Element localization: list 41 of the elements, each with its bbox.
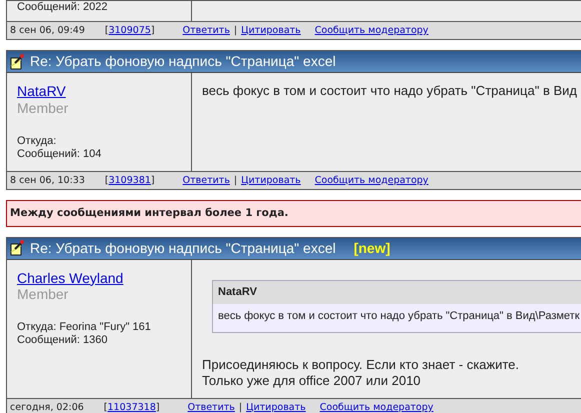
post-date: сегодня, 02:06 xyxy=(10,402,84,413)
footer-link[interactable]: Ответить xyxy=(182,174,230,186)
notice-message: Между сообщениями интервал более 1 года. xyxy=(6,200,581,227)
post-text: весь фокус в том и состоит что надо убрать "Страница" в Вид xyxy=(202,83,578,99)
link-separator: | xyxy=(238,402,242,413)
author-location: Откуда: Feorina "Fury" 161 xyxy=(17,321,152,334)
post-ref-link[interactable]: 11037318 xyxy=(108,402,156,413)
author-rank: Member xyxy=(17,286,68,302)
link-separator: | xyxy=(234,24,238,36)
new-label: [new] xyxy=(354,240,390,256)
post-title: Re: Убрать фоновую надпись "Страница" excel xyxy=(30,240,336,256)
footer-link[interactable]: Ответить xyxy=(188,402,235,413)
message-count: Сообщений: 104 xyxy=(17,148,102,161)
author-rank: Member xyxy=(17,100,68,116)
post-ref: [11037318] xyxy=(104,402,160,413)
message-count: Сообщений: 2022 xyxy=(17,1,108,14)
quote-author: NataRV xyxy=(213,280,581,304)
post-ref: [3109075] xyxy=(104,24,155,36)
footer-link[interactable]: Цитировать xyxy=(241,24,301,36)
author-link[interactable]: Charles Weyland xyxy=(17,270,124,286)
footer-link[interactable]: Цитировать xyxy=(241,174,301,186)
post-date: 8 сен 06, 10:33 xyxy=(10,174,85,186)
quote-text: весь фокус в том и состоит что надо убрать "Страница" в Вид\Разметк xyxy=(217,308,581,324)
note-icon xyxy=(10,240,24,256)
post-ref: [3109381] xyxy=(104,174,155,186)
post-ref-link[interactable]: 3109381 xyxy=(108,174,151,186)
footer-link[interactable]: Ответить xyxy=(182,24,230,36)
post-date: 8 сен 06, 09:49 xyxy=(10,24,85,36)
post-title: Re: Убрать фоновую надпись "Страница" excel xyxy=(30,53,336,70)
link-separator: | xyxy=(234,174,238,186)
footer-link[interactable]: Сообщить модератору xyxy=(320,402,434,413)
post-ref-link[interactable]: 3109075 xyxy=(108,24,151,36)
note-icon xyxy=(10,54,24,70)
footer-link[interactable]: Цитировать xyxy=(246,402,306,413)
footer-link[interactable]: Сообщить модератору xyxy=(314,174,428,186)
author-location: Откуда: xyxy=(17,134,58,148)
post-text: Присоединяюсь к вопросу. Если кто знает - скажите. xyxy=(202,356,520,373)
message-count: Сообщений: 1360 xyxy=(17,334,108,348)
footer-link[interactable]: Сообщить модератору xyxy=(314,24,428,36)
author-link[interactable]: NataRV xyxy=(17,83,66,99)
post-text: Только уже для office 2007 или 2010 xyxy=(202,372,422,388)
